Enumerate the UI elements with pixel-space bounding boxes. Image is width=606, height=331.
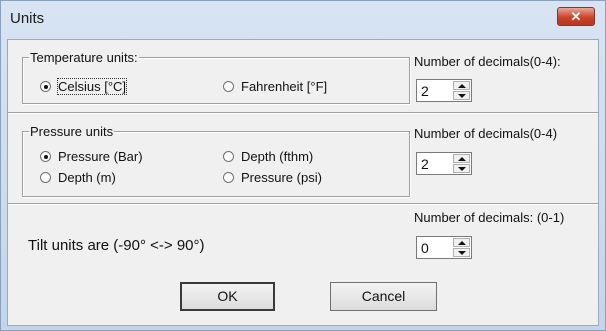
- title-bar[interactable]: Units ✕: [1, 1, 605, 39]
- pressure-decimals-value: 2: [421, 156, 429, 172]
- cancel-button[interactable]: Cancel: [330, 282, 437, 311]
- radio-unselected-icon: [223, 151, 234, 162]
- depth-m-label: Depth (m): [58, 170, 116, 185]
- ok-button[interactable]: OK: [180, 282, 275, 311]
- tilt-decimals-label: Number of decimals: (0-1): [414, 210, 565, 225]
- pressure-bar-label: Pressure (Bar): [58, 149, 143, 164]
- spin-up-icon[interactable]: [453, 154, 470, 163]
- close-icon: ✕: [570, 9, 582, 24]
- radio-unselected-icon: [223, 172, 234, 183]
- pressure-units-group: Pressure units Pressure (Bar) Depth (fth…: [22, 124, 410, 197]
- fahrenheit-label: Fahrenheit [°F]: [241, 79, 328, 94]
- separator: [8, 203, 598, 204]
- celsius-label: Celsius [°C]: [56, 78, 128, 95]
- radio-selected-icon: [40, 151, 51, 162]
- temperature-units-legend: Temperature units:: [29, 50, 139, 65]
- tilt-decimals-spinner[interactable]: 0: [416, 236, 472, 259]
- separator: [8, 112, 598, 113]
- tilt-units-text: Tilt units are (-90° <-> 90°): [28, 237, 205, 254]
- units-dialog: Units ✕ Temperature units: Celsius [°C] …: [0, 0, 606, 331]
- temperature-decimals-spinner[interactable]: 2: [416, 79, 472, 102]
- spin-up-icon[interactable]: [453, 238, 470, 247]
- depth-fthm-label: Depth (fthm): [241, 149, 314, 164]
- radio-unselected-icon: [40, 172, 51, 183]
- radio-unselected-icon: [223, 81, 234, 92]
- spin-down-icon[interactable]: [453, 164, 470, 173]
- pressure-decimals-spinner[interactable]: 2: [416, 152, 472, 175]
- spin-down-icon[interactable]: [453, 91, 470, 100]
- radio-selected-icon: [40, 81, 51, 92]
- pressure-psi-label: Pressure (psi): [241, 170, 322, 185]
- pressure-units-legend: Pressure units: [29, 124, 115, 139]
- spin-down-icon[interactable]: [453, 248, 470, 257]
- dialog-body: Temperature units: Celsius [°C] Fahrenhe…: [7, 39, 599, 326]
- tilt-decimals-value: 0: [421, 240, 429, 256]
- spin-up-icon[interactable]: [453, 81, 470, 90]
- window-title: Units: [10, 10, 45, 27]
- close-button[interactable]: ✕: [557, 7, 595, 26]
- temperature-units-group: Temperature units: Celsius [°C] Fahrenhe…: [22, 50, 410, 104]
- temperature-decimals-value: 2: [421, 83, 429, 99]
- pressure-decimals-label: Number of decimals(0-4): [414, 126, 558, 141]
- temperature-decimals-label: Number of decimals(0-4):: [414, 54, 561, 69]
